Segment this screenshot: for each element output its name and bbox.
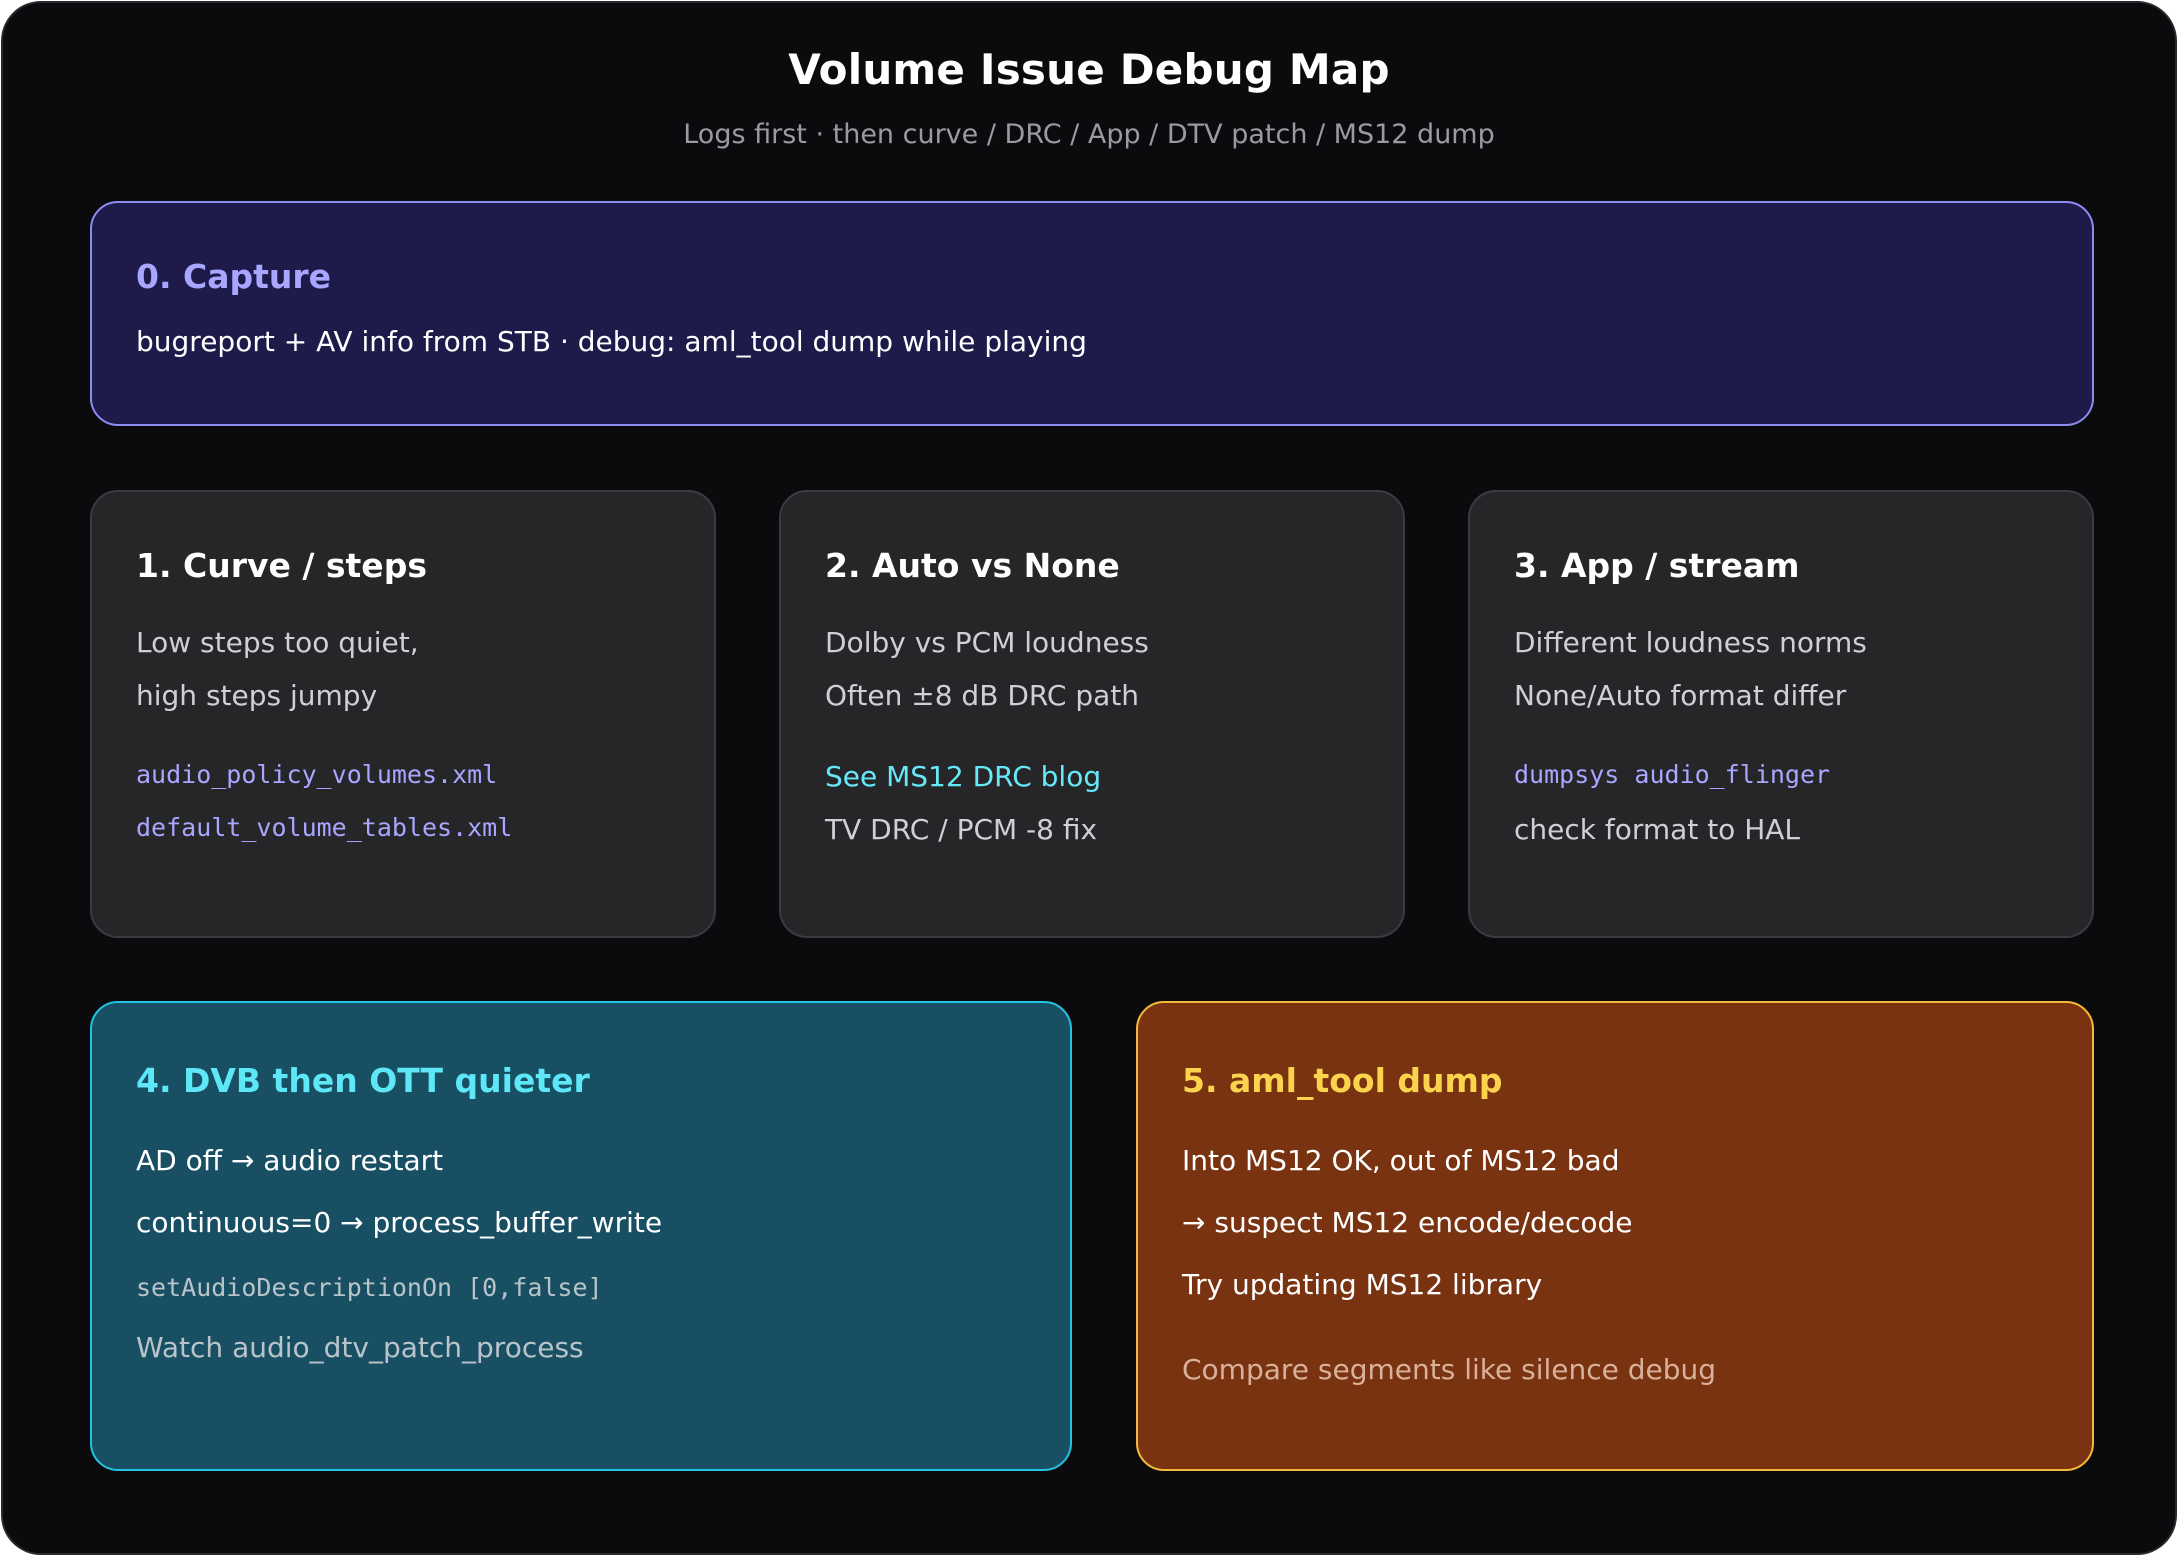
- aml-tool-dump-line: Compare segments like silence debug: [1182, 1353, 1717, 1386]
- auto-vs-none-line: Often ±8 dB DRC path: [825, 679, 1140, 712]
- diagram-canvas: Volume Issue Debug Map Logs first · then…: [1, 1, 2177, 1555]
- volumes-xml-filename: audio_policy_volumes.xml: [136, 760, 498, 789]
- aml-tool-dump-card: 5. aml_tool dump Into MS12 OK, out of MS…: [1136, 1001, 2094, 1471]
- auto-vs-none-heading: 2. Auto vs None: [825, 546, 1120, 585]
- dumpsys-command: dumpsys audio_flinger: [1514, 760, 1831, 789]
- capture-heading: 0. Capture: [136, 257, 332, 296]
- aml-tool-dump-heading: 5. aml_tool dump: [1182, 1061, 1503, 1100]
- volume-tables-xml-filename: default_volume_tables.xml: [136, 813, 513, 842]
- curve-steps-line: high steps jumpy: [136, 679, 378, 712]
- capture-line: bugreport + AV info from STB · debug: am…: [136, 325, 1087, 358]
- dvb-ott-line: continuous=0 → process_buffer_write: [136, 1206, 663, 1239]
- auto-vs-none-line: TV DRC / PCM -8 fix: [825, 813, 1098, 846]
- dvb-ott-heading: 4. DVB then OTT quieter: [136, 1061, 590, 1100]
- dvb-ott-card: 4. DVB then OTT quieter AD off → audio r…: [90, 1001, 1072, 1471]
- app-stream-line: check format to HAL: [1514, 813, 1801, 846]
- aml-tool-dump-line: Into MS12 OK, out of MS12 bad: [1182, 1144, 1620, 1177]
- ms12-drc-blog-link[interactable]: See MS12 DRC blog: [825, 760, 1101, 793]
- capture-card: 0. Capture bugreport + AV info from STB …: [90, 201, 2094, 426]
- auto-vs-none-line: Dolby vs PCM loudness: [825, 626, 1149, 659]
- dvb-ott-line: AD off → audio restart: [136, 1144, 444, 1177]
- curve-steps-heading: 1. Curve / steps: [136, 546, 427, 585]
- curve-steps-card: 1. Curve / steps Low steps too quiet, hi…: [90, 490, 716, 938]
- app-stream-card: 3. App / stream Different loudness norms…: [1468, 490, 2094, 938]
- aml-tool-dump-line: → suspect MS12 encode/decode: [1182, 1206, 1633, 1239]
- aml-tool-dump-line: Try updating MS12 library: [1182, 1268, 1543, 1301]
- app-stream-line: None/Auto format differ: [1514, 679, 1847, 712]
- app-stream-line: Different loudness norms: [1514, 626, 1867, 659]
- set-audio-description-code: setAudioDescriptionOn [0,false]: [136, 1273, 603, 1302]
- diagram-subtitle: Logs first · then curve / DRC / App / DT…: [683, 119, 1495, 150]
- app-stream-heading: 3. App / stream: [1514, 546, 1800, 585]
- curve-steps-line: Low steps too quiet,: [136, 626, 419, 659]
- dvb-ott-line: Watch audio_dtv_patch_process: [136, 1331, 584, 1364]
- diagram-title: Volume Issue Debug Map: [788, 45, 1390, 94]
- auto-vs-none-card: 2. Auto vs None Dolby vs PCM loudness Of…: [779, 490, 1405, 938]
